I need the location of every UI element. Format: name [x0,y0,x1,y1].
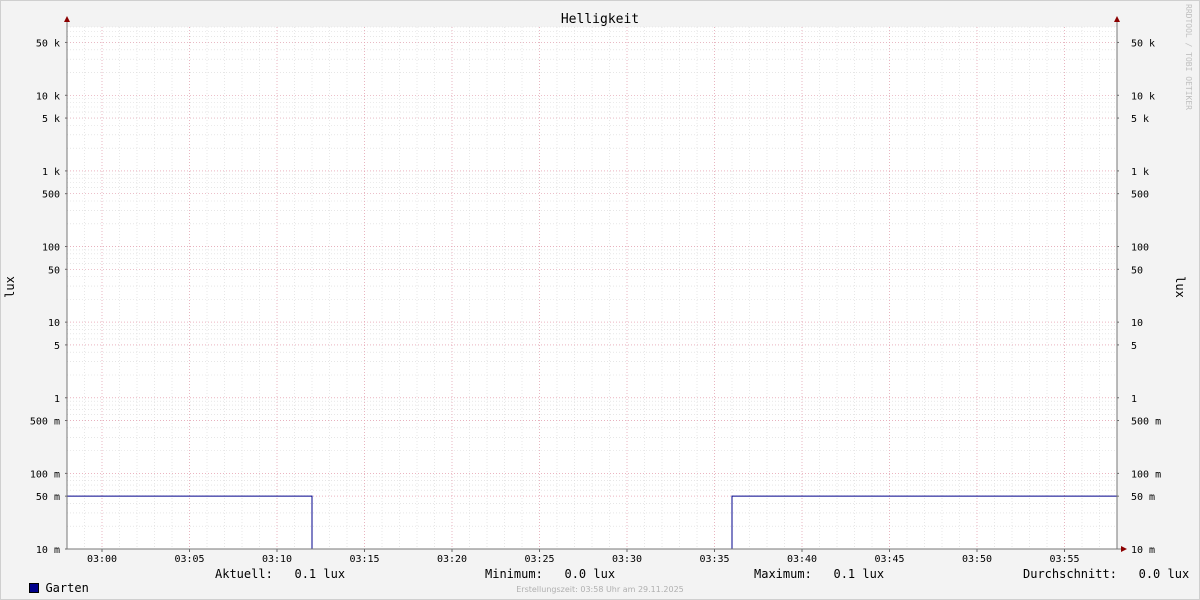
y-tick-label: 50 k [36,38,60,49]
y-tick-label: 500 m [30,417,60,428]
y-tick-label: 10 m [36,545,60,556]
y-tick-label-right: 10 k [1131,91,1155,102]
y-tick-label: 10 [48,318,60,329]
x-tick-label: 03:45 [874,554,904,565]
chart-title: Helligkeit [561,12,639,27]
y-tick-label-right: 500 [1131,190,1149,201]
y-tick-label: 10 k [36,91,60,102]
y-tick-label-right: 1 k [1131,167,1149,178]
y-tick-label-right: 500 m [1131,417,1161,428]
y-axis-arrow-left [64,16,70,22]
watermark: RRDTOOL / TOBI OETIKER [1184,4,1193,110]
y-tick-label: 1 k [42,167,60,178]
y-tick-label: 5 k [42,114,60,125]
creation-time-footer: Erstellungszeit: 03:58 Uhr am 29.11.2025 [516,585,684,594]
y-tick-label: 5 [54,341,60,352]
legend-average: Durchschnitt: 0.0 lux [1023,567,1190,581]
y-tick-label-right: 50 k [1131,38,1155,49]
x-tick-label: 03:10 [262,554,292,565]
y-tick-label: 1 [54,394,60,405]
x-tick-label: 03:30 [612,554,642,565]
y-tick-label-right: 10 [1131,318,1143,329]
y-axis-label-left: lux [3,276,17,298]
legend-minimum: Minimum: 0.0 lux [485,567,616,581]
y-tick-label-right: 1 [1131,394,1137,405]
x-axis-arrow [1121,546,1127,552]
y-tick-label: 100 [42,243,60,254]
legend-current: Aktuell: 0.1 lux [215,567,346,581]
y-tick-label-right: 5 [1131,341,1137,352]
y-tick-label-right: 100 m [1131,469,1161,480]
x-tick-label: 03:20 [437,554,467,565]
x-tick-label: 03:55 [1049,554,1079,565]
y-tick-label: 50 [48,265,60,276]
y-tick-label: 500 [42,190,60,201]
x-tick-label: 03:15 [349,554,379,565]
y-axis-label-right: lux [1173,276,1187,298]
y-tick-label-right: 50 [1131,265,1143,276]
y-tick-label-right: 100 [1131,243,1149,254]
x-tick-label: 03:35 [699,554,729,565]
y-axis-arrow-right [1114,16,1120,22]
y-tick-label: 50 m [36,492,60,503]
legend-maximum: Maximum: 0.1 lux [754,567,885,581]
x-tick-label: 03:40 [787,554,817,565]
y-tick-label-right: 5 k [1131,114,1149,125]
y-tick-label: 100 m [30,469,60,480]
y-tick-label-right: 10 m [1131,545,1155,556]
y-tick-label-right: 50 m [1131,492,1155,503]
x-tick-label: 03:25 [524,554,554,565]
x-tick-label: 03:05 [174,554,204,565]
brightness-chart: 50 k 50 k10 k 10 k5 k5 k1 k1 k500 500100 100… [3,12,1187,565]
x-tick-label: 03:00 [87,554,117,565]
x-tick-label: 03:50 [962,554,992,565]
